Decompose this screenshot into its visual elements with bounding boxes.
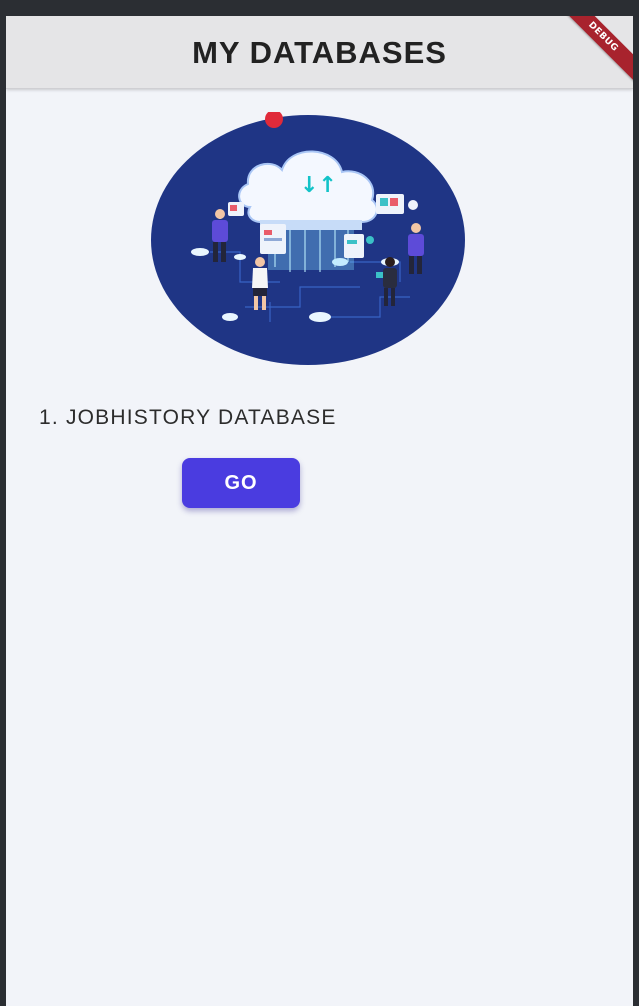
app-bar: MY DATABASES: [6, 16, 633, 89]
hero-illustration: ↓↑: [150, 112, 468, 366]
window-top-strip: [0, 0, 639, 16]
database-label: 1. JOBHISTORY DATABASE: [39, 406, 337, 429]
page-title: MY DATABASES: [192, 35, 447, 70]
red-dot-icon: [265, 112, 283, 128]
go-button[interactable]: GO: [182, 458, 300, 508]
app-screen: MY DATABASES DEBUG ↓↑ 1. JOBHISTORY DATA…: [6, 16, 633, 1006]
